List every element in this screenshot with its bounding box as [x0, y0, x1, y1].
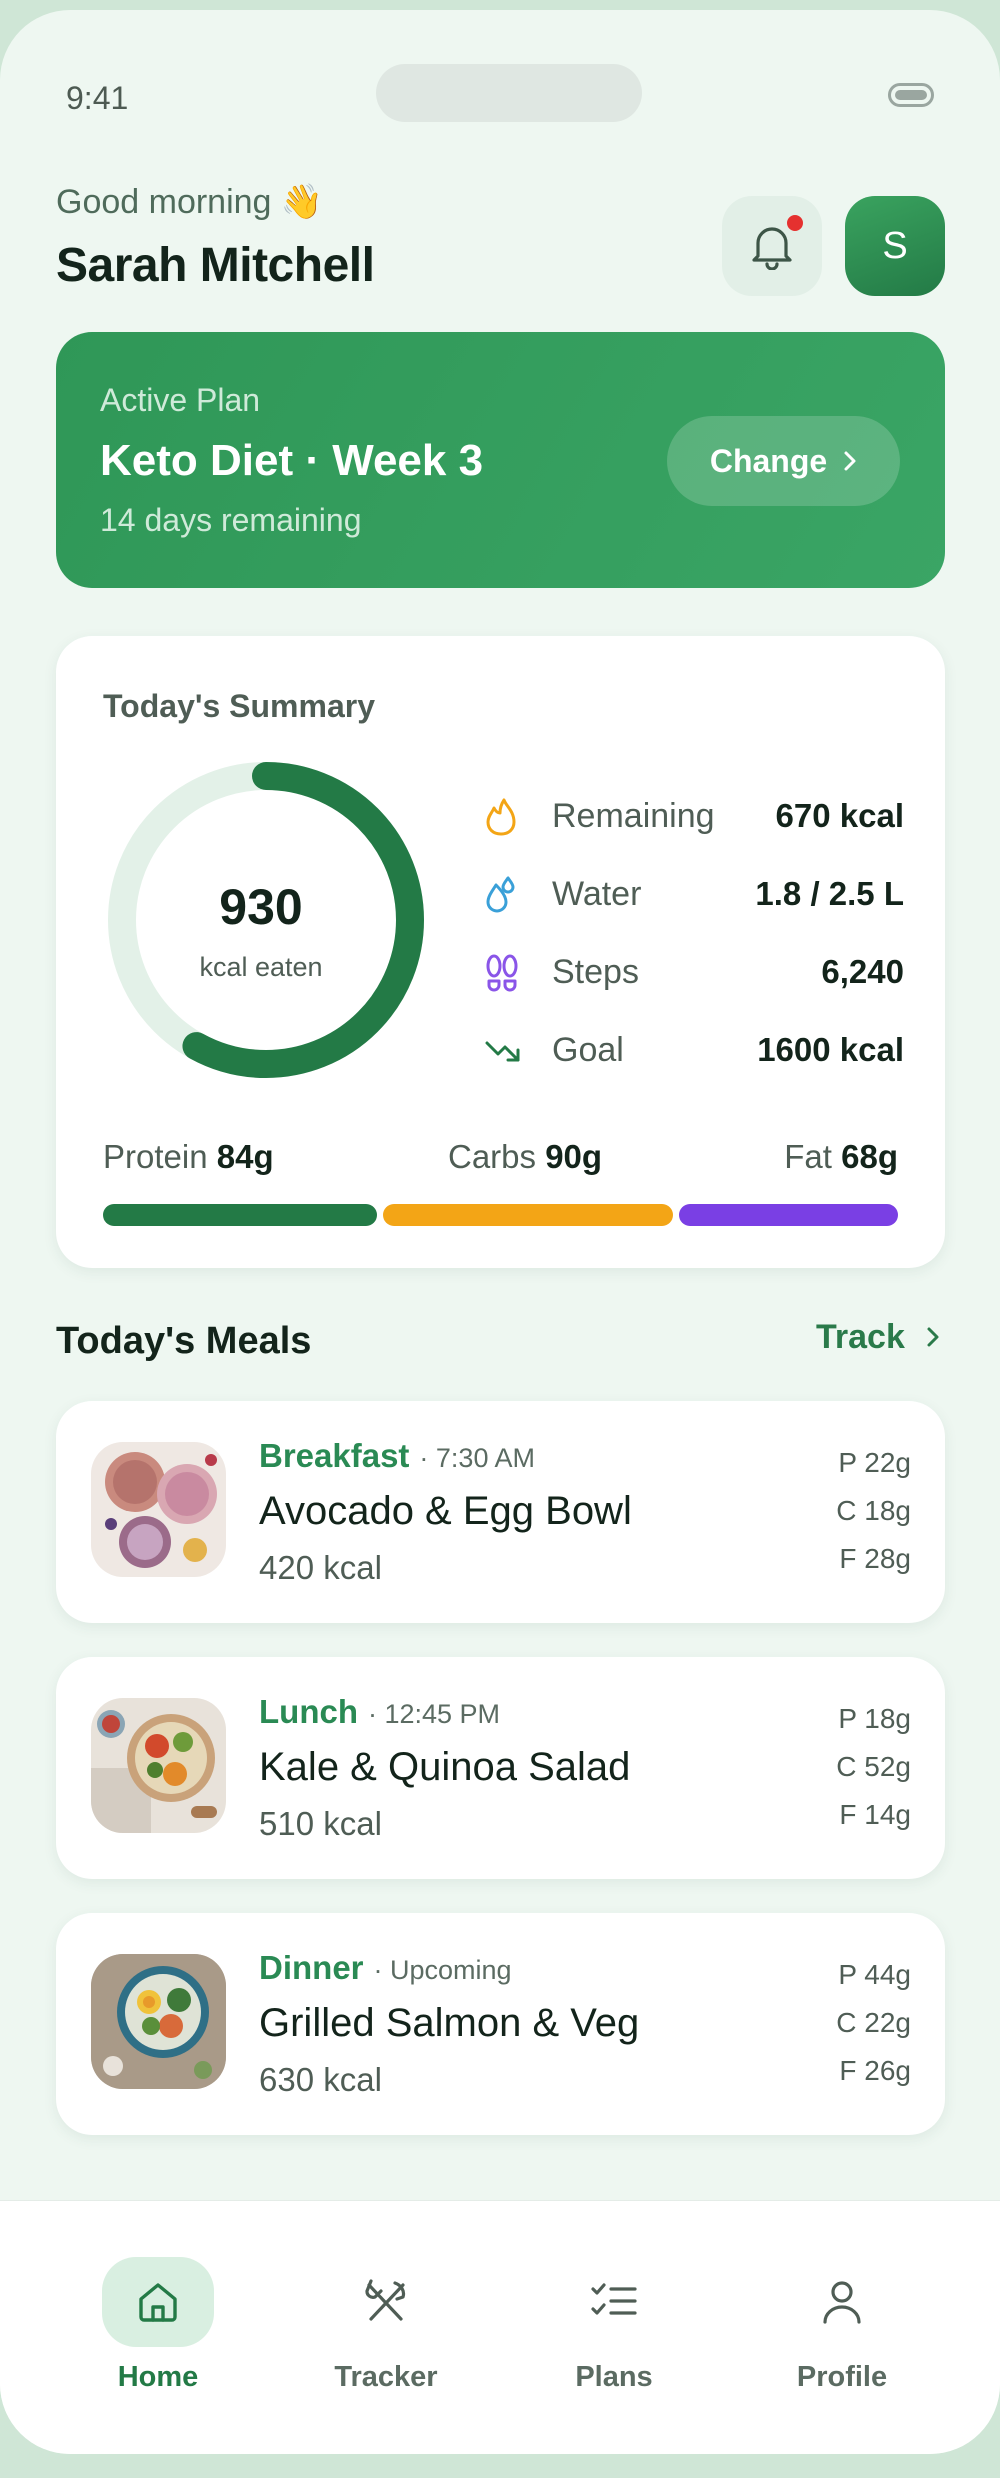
checklist-icon — [591, 2283, 637, 2315]
meal-card-dinner[interactable]: Dinner · Upcoming Grilled Salmon & Veg 63… — [56, 1913, 945, 2135]
meals-title: Today's Meals — [56, 1320, 312, 1362]
fat-bar — [679, 1204, 898, 1226]
carbs-bar — [383, 1204, 673, 1226]
kcal-eaten-label: kcal eaten — [199, 952, 323, 982]
stat-remaining: Remaining 670 kcal — [484, 791, 904, 841]
meal-name: Avocado & Egg Bowl — [259, 1489, 632, 1533]
protein-text: Protein 84g — [103, 1138, 274, 1175]
footsteps-icon — [486, 954, 518, 992]
fat-text: Fat 68g — [784, 1138, 898, 1175]
protein-bar — [103, 1204, 377, 1226]
kcal-eaten-value: 930 — [219, 879, 303, 935]
nav-profile-label: Profile — [796, 2361, 888, 2393]
avatar[interactable]: S — [845, 196, 945, 296]
chevron-right-icon — [844, 451, 856, 471]
change-plan-button[interactable]: Change — [667, 416, 900, 506]
nav-plans-label: Plans — [575, 2361, 653, 2393]
meal-type: Dinner · Upcoming — [259, 1949, 512, 1986]
meal-photo-dinner — [91, 1954, 226, 2089]
meal-photo-lunch — [91, 1698, 226, 1833]
battery-icon — [888, 83, 934, 107]
notification-badge — [784, 212, 806, 234]
active-plan-card: Active Plan Keto Diet · Week 3 14 days r… — [56, 332, 945, 588]
dynamic-island — [376, 64, 642, 122]
fork-knife-icon — [365, 2279, 406, 2321]
meal-kcal: 510 kcal — [259, 1805, 382, 1842]
greeting: Good morning 👋 — [56, 183, 324, 221]
meal-macros: P 22g C 18g F 28g — [836, 1447, 911, 1574]
flame-icon — [486, 798, 516, 836]
nav-home[interactable]: Home — [68, 2257, 248, 2394]
meal-card-lunch[interactable]: Lunch · 12:45 PM Kale & Quinoa Salad 510 … — [56, 1657, 945, 1879]
nav-plans[interactable]: Plans — [524, 2257, 704, 2394]
meal-card-breakfast[interactable]: Breakfast · 7:30 AM Avocado & Egg Bowl 42… — [56, 1401, 945, 1623]
home-icon — [139, 2283, 177, 2322]
stat-water: Water 1.8 / 2.5 L — [484, 869, 904, 919]
meal-type: Lunch · 12:45 PM — [259, 1693, 501, 1730]
trend-down-icon — [485, 1041, 520, 1062]
phone-screen: 9:41 Good morning 👋 Sarah Mitchell S Act… — [0, 10, 1000, 2454]
person-icon — [823, 2281, 861, 2324]
notifications-button[interactable] — [722, 196, 822, 296]
status-bar: 9:41 — [0, 10, 1000, 180]
meal-type: Breakfast · 7:30 AM — [259, 1437, 535, 1474]
meal-kcal: 630 kcal — [259, 2061, 382, 2098]
plan-label: Active Plan — [100, 382, 261, 418]
water-drop-icon — [486, 876, 515, 913]
track-link[interactable]: Track — [816, 1318, 940, 1357]
meal-macros: P 18g C 52g F 14g — [836, 1703, 911, 1830]
chevron-right-icon — [927, 1327, 939, 1347]
meal-photo-breakfast — [91, 1442, 226, 1577]
summary-title: Today's Summary — [103, 688, 375, 724]
change-plan-label: Change — [709, 442, 828, 479]
status-time: 9:41 — [66, 80, 129, 116]
meal-kcal: 420 kcal — [259, 1549, 382, 1586]
meal-name: Kale & Quinoa Salad — [259, 1745, 631, 1789]
summary-card: Today's Summary 930 kcal eaten Remaining… — [56, 636, 945, 1268]
nav-profile[interactable]: Profile — [752, 2257, 932, 2394]
nav-tracker[interactable]: Tracker — [296, 2257, 476, 2394]
stat-steps: Steps 6,240 — [484, 947, 904, 997]
user-name: Sarah Mitchell — [56, 239, 375, 292]
stat-goal: Goal 1600 kcal — [484, 1025, 904, 1075]
nav-tracker-label: Tracker — [334, 2361, 438, 2393]
bottom-nav: Home Tracker Plans Profile — [0, 2200, 1000, 2454]
carbs-text: Carbs 90g — [448, 1138, 603, 1175]
plan-title: Keto Diet · Week 3 — [100, 436, 484, 485]
meal-name: Grilled Salmon & Veg — [259, 2001, 640, 2045]
nav-home-label: Home — [117, 2361, 199, 2393]
meal-macros: P 44g C 22g F 26g — [836, 1959, 911, 2086]
plan-remaining: 14 days remaining — [100, 502, 362, 538]
